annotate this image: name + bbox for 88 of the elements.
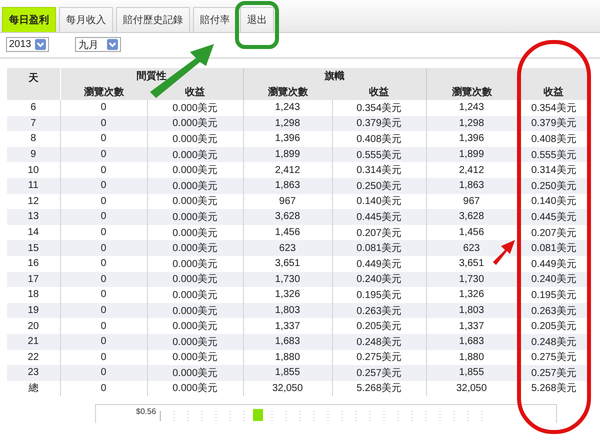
tab[interactable]: 每月收入 [59,7,113,32]
table-cell: 14 [7,224,60,240]
column-header: 瀏覽次數 [426,84,517,100]
table-cell: 1,863 [426,178,517,194]
table-cell: 18 [7,287,60,303]
column-group-header: 間質性 [60,68,243,84]
table-cell: 623 [243,240,332,256]
table-cell: 22 [7,350,60,366]
table-cell: 0 [60,334,147,350]
table-cell: 0.240美元 [332,272,426,288]
table-cell: 1,298 [426,116,517,132]
table-cell: 1,803 [426,302,517,318]
table-cell: 0 [60,209,147,225]
table-cell: 0.000美元 [147,272,243,288]
table-cell: 0 [60,272,147,288]
tab[interactable]: 每日盈利 [2,7,56,32]
table-cell: 8 [7,131,60,147]
table-cell: 0 [60,116,147,132]
table-cell: 20 [7,318,60,334]
table-cell: 21 [7,334,60,350]
table-cell: 9 [7,146,60,162]
column-header: 收益 [147,84,243,100]
table-cell: 1,730 [426,272,517,288]
table-cell: 0.379美元 [332,116,426,132]
column-header: 瀏覽次數 [243,84,332,100]
tab[interactable]: 賠付率 [193,7,237,32]
table-cell: 32,050 [426,380,517,396]
table-cell: 6 [7,100,60,116]
table-cell: 16 [7,256,60,272]
table-cell: 0.000美元 [147,302,243,318]
table-cell: 0.555美元 [332,146,426,162]
table-cell: 0.000美元 [147,146,243,162]
table-cell: 0.081美元 [332,240,426,256]
table-cell: 0 [60,240,147,256]
table-cell: 0.000美元 [147,334,243,350]
dropdown[interactable]: 九月 [75,37,122,52]
table-cell: 15 [7,240,60,256]
table-cell: 0 [60,302,147,318]
table-cell: 3,628 [243,209,332,225]
table-cell: 1,855 [243,365,332,381]
table-cell: 0.445美元 [332,209,426,225]
axis-label: $0.56 [136,407,156,416]
table-cell: 10 [7,162,60,178]
table-cell: 17 [7,272,60,288]
table-cell: 1,298 [243,116,332,132]
table-cell: 23 [7,365,60,381]
table-cell: 0.000美元 [147,365,243,381]
table-cell: 0 [60,365,147,381]
table-cell: 13 [7,209,60,225]
table-cell: 32,050 [243,380,332,396]
table-cell: 12 [7,194,60,210]
table-cell: 0.263美元 [332,302,426,318]
table-cell: 0.000美元 [147,178,243,194]
table-cell: 0.000美元 [147,209,243,225]
column-header: 天 [7,68,60,100]
table-cell: 3,628 [426,209,517,225]
table-cell: 0.000美元 [147,380,243,396]
caret-icon [107,39,118,50]
table-cell: 總 [7,380,60,396]
caret-icon [35,39,46,50]
table-cell: 0.248美元 [332,334,426,350]
column-header: 瀏覽次數 [60,84,147,100]
table-cell: 5.268美元 [332,380,426,396]
table-cell: 0 [60,178,147,194]
table-cell: 1,899 [426,146,517,162]
table-cell: 1,855 [426,365,517,381]
table-cell: 623 [426,240,517,256]
table-cell: 0 [60,380,147,396]
column-group-header: 旗幟 [243,68,426,84]
table-cell: 1,899 [243,146,332,162]
table-cell: 0.257美元 [332,365,426,381]
tab[interactable]: 退出 [240,7,274,32]
table-cell: 5.268美元 [517,380,590,396]
table-cell: 0.000美元 [147,116,243,132]
table-cell: 11 [7,178,60,194]
dropdown[interactable]: 2013 [6,37,50,52]
tab[interactable]: 賠付歷史記錄 [116,7,190,32]
table-cell: 7 [7,116,60,132]
table-cell: 0 [60,146,147,162]
table-cell: 1,730 [243,272,332,288]
table-cell: 0.000美元 [147,240,243,256]
table-cell: 1,683 [243,334,332,350]
table-cell: 19 [7,302,60,318]
table-cell: 1,803 [243,302,332,318]
column-header: 收益 [332,84,426,100]
table-cell: 1,863 [243,178,332,194]
table-cell: 0.250美元 [332,178,426,194]
table-cell: 1,683 [426,334,517,350]
